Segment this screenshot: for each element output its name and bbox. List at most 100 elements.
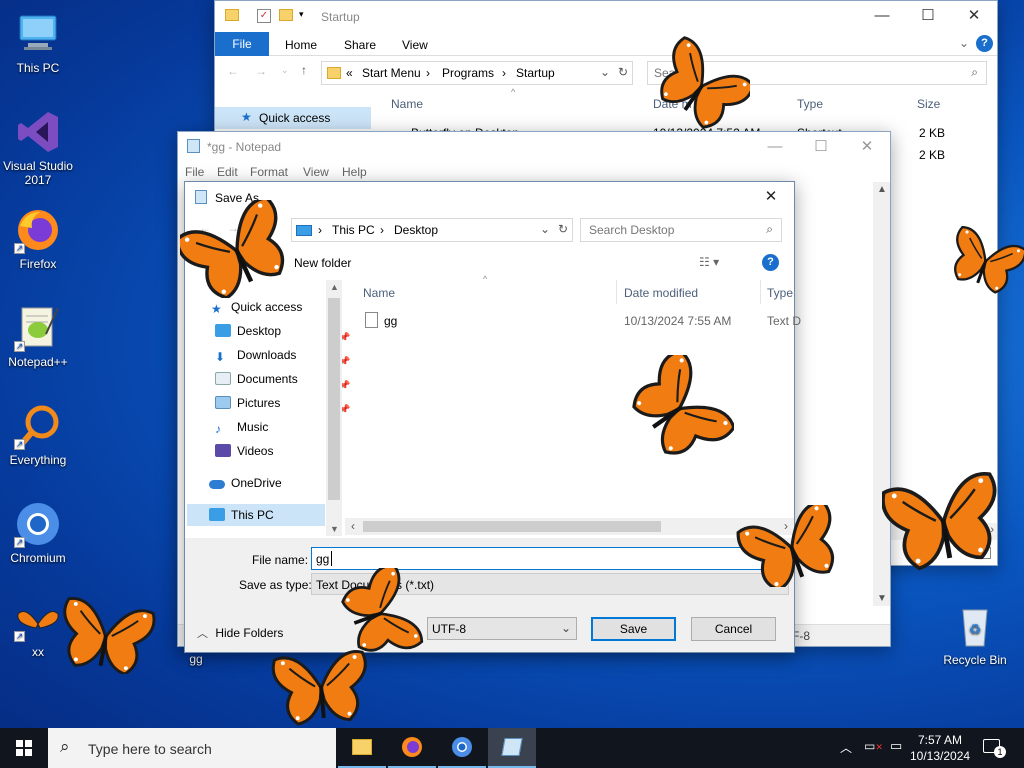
- cancel-button[interactable]: Cancel: [691, 617, 776, 641]
- file-name-input[interactable]: gg: [311, 547, 789, 570]
- desktop-icon-gg[interactable]: gg: [158, 652, 234, 666]
- column-type[interactable]: Type: [797, 97, 823, 111]
- scroll-right-icon[interactable]: ›: [784, 519, 788, 533]
- new-folder-button[interactable]: New folder: [294, 256, 351, 270]
- tab-view[interactable]: View: [402, 38, 428, 52]
- new-folder-icon[interactable]: [279, 9, 293, 21]
- desktop-icon-everything[interactable]: ↗ Everything: [0, 402, 76, 467]
- horizontal-scrollbar[interactable]: ›: [891, 523, 997, 540]
- save-type-select[interactable]: Text Documents (*.txt): [311, 573, 789, 595]
- forward-icon[interactable]: →: [255, 64, 267, 78]
- close-button[interactable]: ✕: [844, 132, 890, 161]
- hide-folders-toggle[interactable]: ︿ Hide Folders: [197, 625, 283, 641]
- nav-videos[interactable]: Videos: [215, 440, 273, 462]
- menu-edit[interactable]: Edit: [217, 165, 238, 179]
- desktop-icon-this-pc[interactable]: This PC: [0, 10, 76, 75]
- horizontal-scrollbar[interactable]: ‹ ›: [345, 518, 794, 535]
- column-name[interactable]: Name: [391, 97, 423, 111]
- nav-music[interactable]: ♪ Music: [215, 416, 268, 438]
- address-dropdown-icon[interactable]: ⌄: [600, 65, 610, 79]
- breadcrumb-programs[interactable]: Programs: [442, 66, 494, 80]
- dialog-address-bar[interactable]: › This PC › Desktop ⌄ ↻: [291, 218, 573, 242]
- desktop-icon-recycle-bin[interactable]: ♻ Recycle Bin: [937, 602, 1013, 667]
- breadcrumb-startup[interactable]: Startup: [516, 66, 555, 80]
- column-date[interactable]: Date modified: [624, 286, 698, 300]
- menu-help[interactable]: Help: [342, 165, 367, 179]
- scroll-left-icon[interactable]: ‹: [351, 519, 355, 533]
- column-type[interactable]: Type: [767, 286, 793, 300]
- scroll-up-icon[interactable]: ▲: [330, 282, 339, 292]
- minimize-button[interactable]: —: [752, 132, 798, 161]
- taskbar-file-explorer[interactable]: [338, 728, 386, 768]
- search-box[interactable]: Search S ⌕: [647, 61, 987, 85]
- nav-this-pc[interactable]: This PC: [187, 504, 325, 526]
- back-icon[interactable]: ←: [227, 64, 239, 78]
- tab-file[interactable]: File: [215, 32, 269, 56]
- desktop-icon-chromium[interactable]: ↗ Chromium: [0, 500, 76, 565]
- close-button[interactable]: ✕: [748, 182, 794, 212]
- details-view-icon[interactable]: [977, 547, 991, 559]
- scroll-down-icon[interactable]: ▼: [330, 524, 339, 534]
- menu-format[interactable]: Format: [250, 165, 288, 179]
- file-row[interactable]: gg 10/13/2024 7:55 AM Text D: [345, 310, 801, 332]
- breadcrumb-this-pc[interactable]: This PC: [332, 223, 375, 237]
- taskbar-notepad[interactable]: [488, 728, 536, 768]
- nav-quick-access[interactable]: ★ Quick access: [215, 107, 371, 129]
- network-icon[interactable]: ▭✕: [864, 739, 883, 753]
- nav-label: Pictures: [237, 396, 281, 410]
- dialog-search-box[interactable]: Search Desktop ⌕: [580, 218, 782, 242]
- help-icon[interactable]: ?: [976, 35, 993, 52]
- breadcrumb-desktop[interactable]: Desktop: [394, 223, 438, 237]
- scroll-thumb[interactable]: [363, 521, 661, 532]
- scroll-up-icon[interactable]: ▲: [877, 184, 887, 195]
- up-icon[interactable]: ↑: [301, 63, 307, 77]
- menu-file[interactable]: File: [185, 165, 204, 179]
- clock[interactable]: 7:57 AM 10/13/2024: [910, 732, 970, 764]
- address-dropdown-icon[interactable]: ⌄: [540, 222, 550, 236]
- desktop-icon-firefox[interactable]: ↗ Firefox: [0, 206, 76, 271]
- start-button[interactable]: [0, 728, 48, 768]
- action-center-button[interactable]: 1: [980, 728, 1024, 768]
- save-button[interactable]: Save: [591, 617, 676, 641]
- column-name[interactable]: Name: [363, 286, 395, 300]
- scroll-thumb[interactable]: [328, 298, 340, 500]
- desktop-icon-visual-studio[interactable]: Visual Studio 2017: [0, 108, 76, 187]
- column-size[interactable]: Size: [917, 97, 940, 111]
- forward-icon[interactable]: →: [227, 221, 239, 235]
- properties-icon[interactable]: ✓: [257, 9, 271, 23]
- maximize-button[interactable]: ☐: [798, 132, 844, 161]
- qat-dropdown-icon[interactable]: ▾: [299, 9, 304, 20]
- column-date[interactable]: Date m: [653, 97, 692, 111]
- volume-icon[interactable]: ▭: [890, 738, 902, 754]
- view-options-icon[interactable]: ☷ ▾: [699, 255, 719, 269]
- address-bar[interactable]: « Start Menu › Programs › Startup ⌄ ↻: [321, 61, 633, 85]
- show-hidden-icons-icon[interactable]: ︿: [840, 739, 852, 756]
- tab-home[interactable]: Home: [285, 38, 317, 52]
- back-icon[interactable]: ←: [199, 221, 211, 235]
- nav-quick-access[interactable]: ★ Quick access: [211, 296, 302, 318]
- refresh-icon[interactable]: ↻: [558, 222, 568, 236]
- notepad-icon: [501, 738, 523, 756]
- scroll-down-icon[interactable]: ▼: [877, 593, 887, 604]
- scroll-right-icon[interactable]: ›: [990, 524, 994, 536]
- desktop-icon-xx[interactable]: ↗ xx: [0, 606, 76, 659]
- nav-onedrive[interactable]: OneDrive: [209, 472, 282, 494]
- taskbar-search-box[interactable]: ⌕ Type here to search: [48, 728, 336, 768]
- taskbar-chromium[interactable]: [438, 728, 486, 768]
- close-button[interactable]: ✕: [951, 1, 997, 31]
- refresh-icon[interactable]: ↻: [618, 65, 628, 79]
- menu-view[interactable]: View: [303, 165, 329, 179]
- minimize-button[interactable]: —: [859, 1, 905, 31]
- expand-ribbon-icon[interactable]: ⌄: [959, 36, 969, 50]
- desktop-icon-notepad-plus[interactable]: ↗ Notepad++: [0, 304, 76, 369]
- help-icon[interactable]: ?: [762, 254, 779, 271]
- encoding-select[interactable]: UTF-8 ⌄: [427, 617, 577, 640]
- tab-share[interactable]: Share: [344, 38, 376, 52]
- breadcrumb-start-menu[interactable]: Start Menu: [362, 66, 421, 80]
- recent-dropdown-icon[interactable]: ⌄: [281, 65, 289, 76]
- address-overflow[interactable]: «: [346, 66, 353, 80]
- vertical-scrollbar[interactable]: ▲ ▼: [873, 182, 890, 606]
- taskbar-firefox[interactable]: [388, 728, 436, 768]
- maximize-button[interactable]: ☐: [905, 1, 951, 31]
- nav-scrollbar[interactable]: ▲ ▼: [326, 280, 342, 536]
